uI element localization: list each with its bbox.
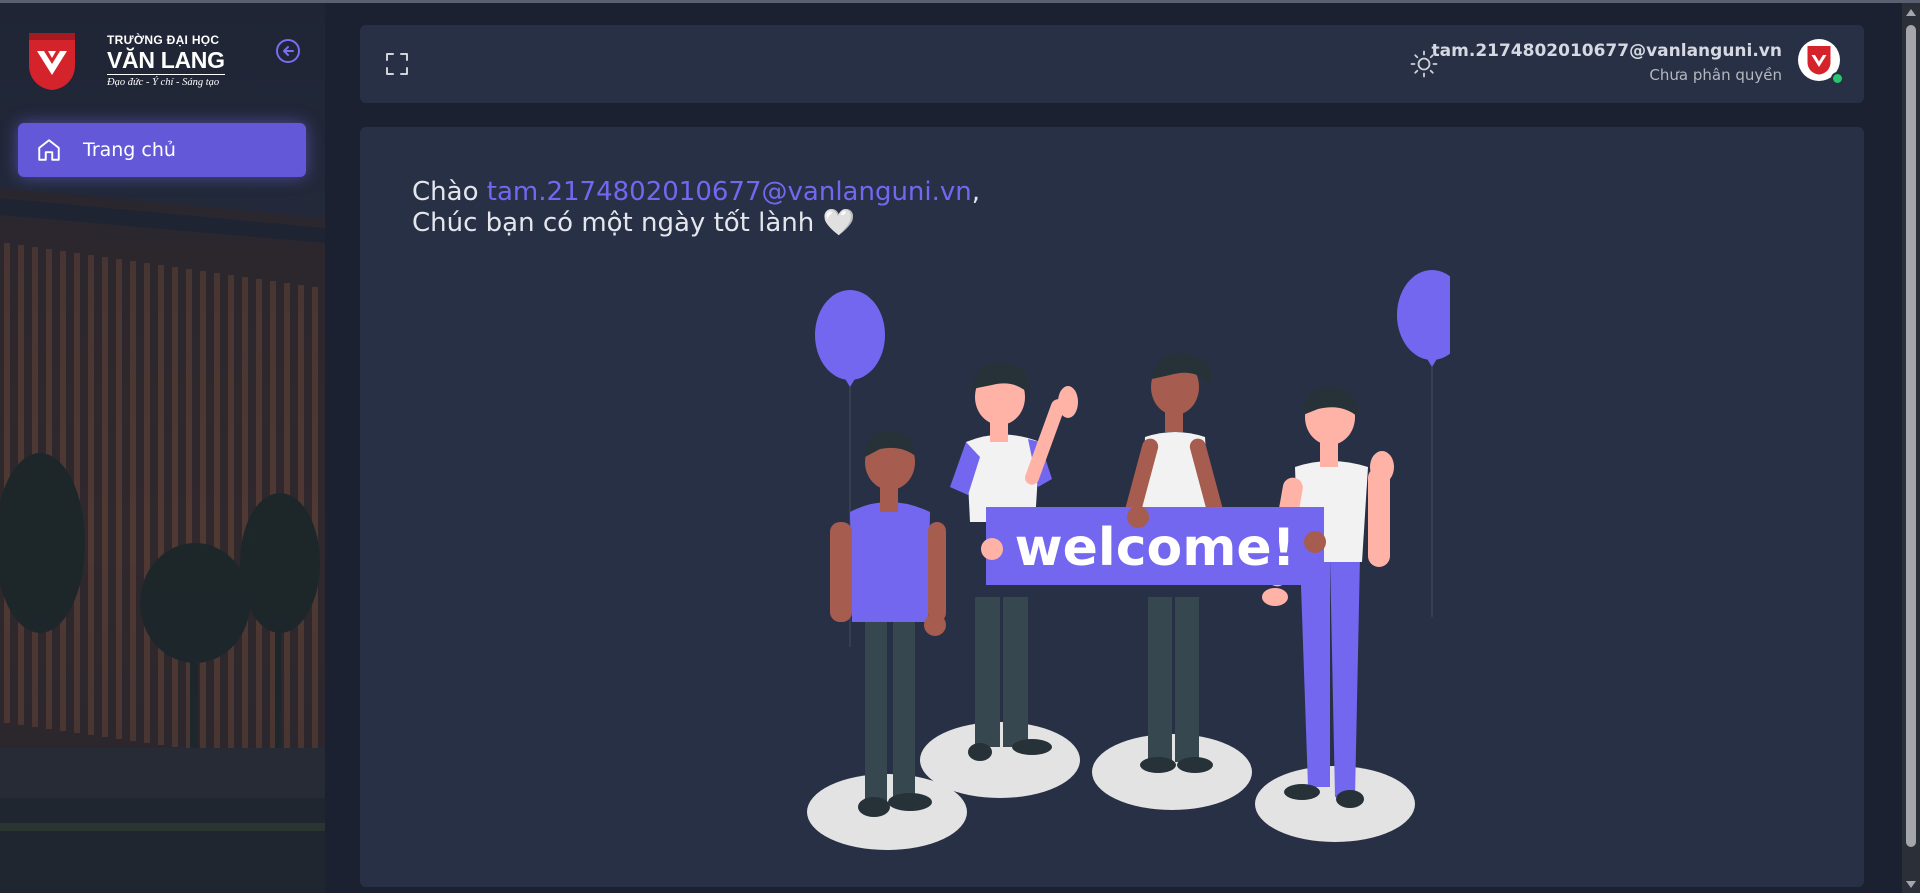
brand-text: TRƯỜNG ĐẠI HỌC VĂN LANG Đạo đức - Ý chí … bbox=[107, 33, 237, 88]
greeting-line-1: Chào tam.2174802010677@vanlanguni.vn, bbox=[412, 177, 980, 208]
university-shield-icon bbox=[29, 33, 75, 90]
scroll-up-icon[interactable] bbox=[1906, 9, 1916, 16]
sidebar: TRƯỜNG ĐẠI HỌC VĂN LANG Đạo đức - Ý chí … bbox=[0, 3, 325, 893]
welcome-illustration: welcome! bbox=[807, 270, 1450, 850]
greeting-email: tam.2174802010677@vanlanguni.vn bbox=[486, 177, 972, 207]
welcome-banner-text: welcome! bbox=[1015, 518, 1296, 578]
scrollbar-thumb[interactable] bbox=[1906, 25, 1916, 847]
university-shield-icon bbox=[1807, 46, 1831, 75]
greeting-suffix: , bbox=[971, 177, 981, 207]
top-navbar: tam.2174802010677@vanlanguni.vn Chưa phâ… bbox=[360, 25, 1864, 103]
sidebar-item-label: Trang chủ bbox=[83, 139, 176, 161]
fullscreen-button[interactable] bbox=[384, 51, 410, 77]
fullscreen-icon bbox=[386, 53, 408, 75]
brand-line-2: VĂN LANG bbox=[107, 47, 225, 75]
greeting: Chào tam.2174802010677@vanlanguni.vn, Ch… bbox=[412, 177, 980, 239]
sidebar-item-home[interactable]: Trang chủ bbox=[18, 123, 306, 177]
greeting-line-2: Chúc bạn có một ngày tốt lành 🤍 bbox=[412, 208, 855, 238]
brand-tagline: Đạo đức - Ý chí - Sáng tạo bbox=[107, 77, 220, 88]
user-role: Chưa phân quyền bbox=[1649, 66, 1782, 84]
brand-logo[interactable]: TRƯỜNG ĐẠI HỌC VĂN LANG Đạo đức - Ý chí … bbox=[27, 31, 227, 95]
welcome-card: Chào tam.2174802010677@vanlanguni.vn, Ch… bbox=[360, 127, 1864, 887]
online-status-badge bbox=[1831, 72, 1844, 85]
arrow-left-icon bbox=[283, 46, 294, 56]
user-info[interactable]: tam.2174802010677@vanlanguni.vn Chưa phâ… bbox=[1432, 41, 1782, 84]
user-email: tam.2174802010677@vanlanguni.vn bbox=[1431, 41, 1782, 61]
person-4 bbox=[1262, 386, 1394, 808]
home-icon bbox=[35, 136, 63, 164]
page-scrollbar[interactable] bbox=[1902, 3, 1920, 893]
greeting-prefix: Chào bbox=[412, 177, 487, 207]
sidebar-collapse-button[interactable] bbox=[276, 39, 300, 63]
scroll-down-icon[interactable] bbox=[1906, 881, 1916, 888]
brand-line-1: TRƯỜNG ĐẠI HỌC bbox=[107, 33, 220, 47]
